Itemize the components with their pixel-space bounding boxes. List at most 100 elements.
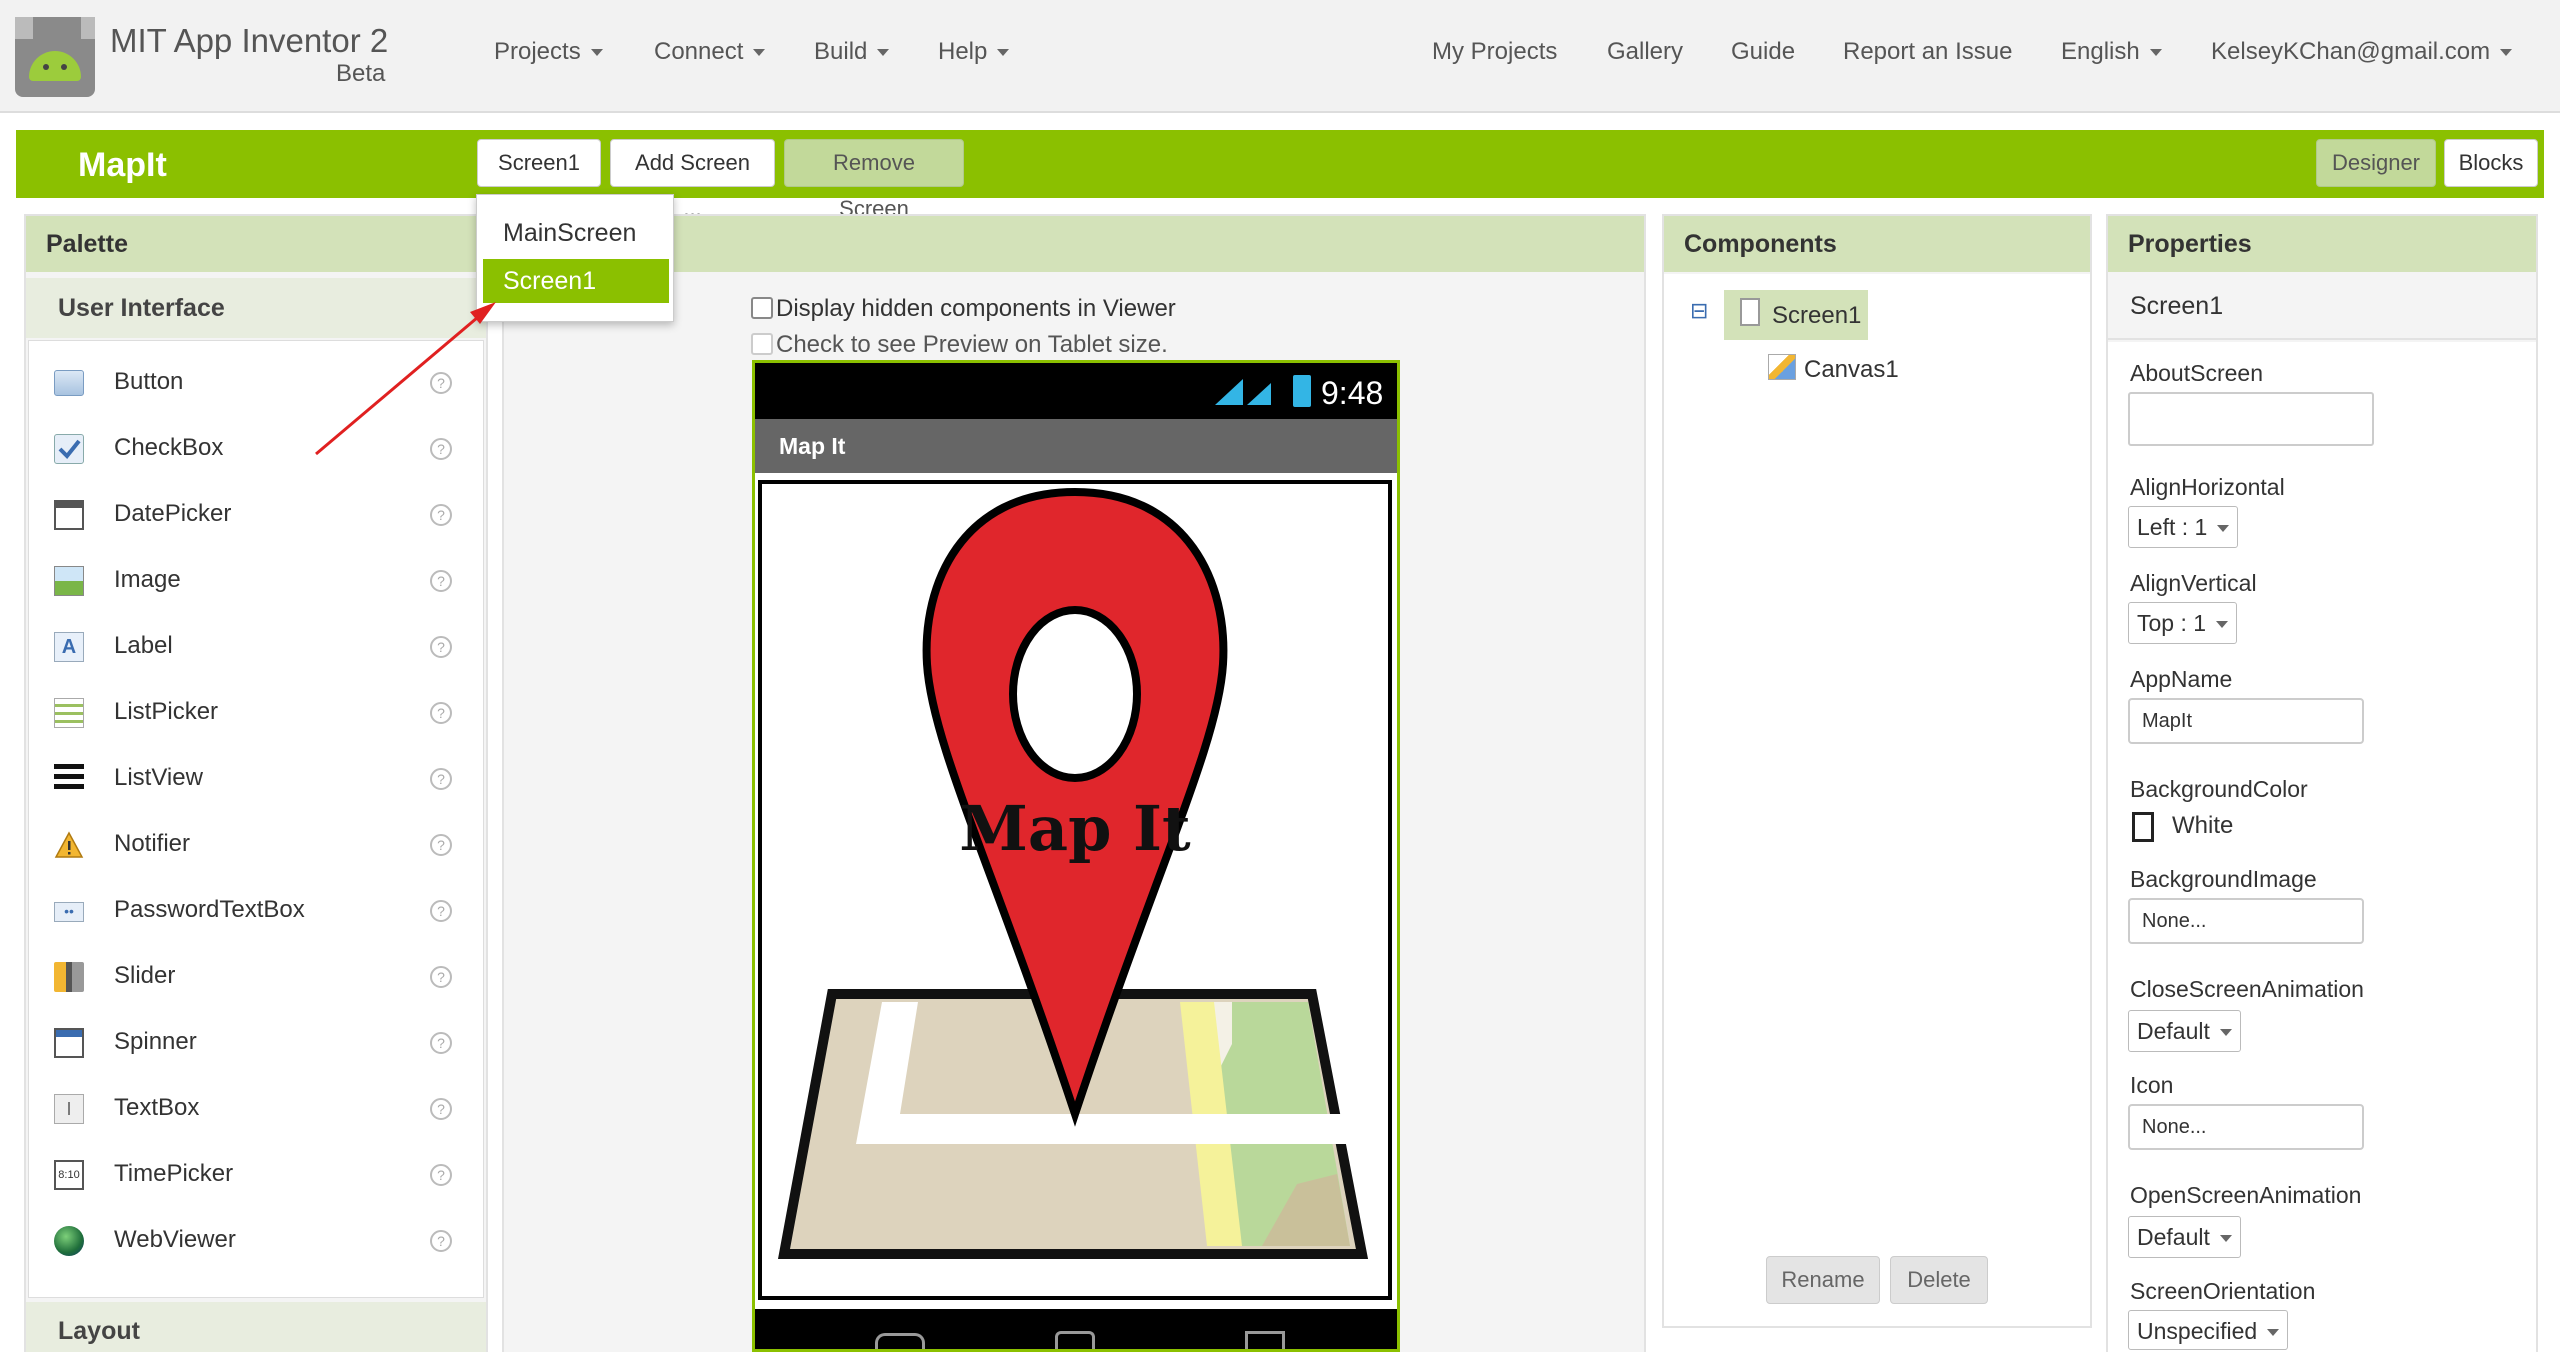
- icon-input[interactable]: None...: [2128, 1104, 2364, 1150]
- delete-button[interactable]: Delete: [1890, 1256, 1988, 1304]
- palette-item-listpicker[interactable]: ListPicker ?: [30, 692, 460, 732]
- menu-help[interactable]: Help: [938, 38, 1009, 66]
- user-menu[interactable]: KelseyKChan@gmail.com: [2211, 38, 2512, 66]
- palette-item-passwordtextbox[interactable]: •• PasswordTextBox ?: [30, 890, 460, 930]
- app-title-bar: Map It: [755, 419, 1397, 473]
- palette-item-datepicker[interactable]: DatePicker ?: [30, 494, 460, 534]
- alignvertical-select[interactable]: Top : 1: [2128, 602, 2238, 644]
- backgroundimage-input[interactable]: None...: [2128, 898, 2364, 944]
- screen-icon: [1740, 298, 1760, 326]
- home-icon: [1055, 1331, 1095, 1349]
- aboutscreen-textarea[interactable]: [2128, 392, 2374, 446]
- palette-item-checkbox[interactable]: CheckBox ?: [30, 428, 460, 468]
- designer-button[interactable]: Designer: [2316, 139, 2436, 187]
- palette-item-spinner[interactable]: Spinner ?: [30, 1022, 460, 1062]
- help-icon[interactable]: ?: [430, 702, 452, 724]
- canvas-icon: [1768, 354, 1796, 380]
- prop-icon-label: Icon: [2130, 1072, 2174, 1098]
- language-menu[interactable]: English: [2061, 38, 2162, 66]
- map-pin-image: [777, 487, 1369, 1259]
- prop-backgroundimage-label: BackgroundImage: [2130, 866, 2317, 892]
- blocks-button[interactable]: Blocks: [2444, 139, 2538, 187]
- image-icon: [54, 566, 84, 596]
- prop-alignvertical-label: AlignVertical: [2130, 570, 2257, 596]
- spinner-icon: [54, 1028, 84, 1058]
- help-icon[interactable]: ?: [430, 966, 452, 988]
- link-gallery[interactable]: Gallery: [1607, 38, 1683, 66]
- dropdown-item-screen1[interactable]: Screen1: [483, 259, 669, 303]
- dropdown-item-mainscreen[interactable]: MainScreen: [483, 211, 669, 255]
- textbox-icon: I: [54, 1094, 84, 1124]
- canvas1[interactable]: Map It: [758, 480, 1392, 1300]
- appname-input[interactable]: MapIt: [2128, 698, 2364, 744]
- screenorientation-select[interactable]: Unspecified: [2128, 1310, 2289, 1350]
- hidden-components-checkbox[interactable]: [751, 297, 773, 319]
- clock-icon: 8:10: [54, 1160, 84, 1190]
- openscreenanimation-select[interactable]: Default: [2128, 1216, 2241, 1258]
- help-icon[interactable]: ?: [430, 438, 452, 460]
- listpicker-icon: [54, 698, 84, 728]
- screen-select-button[interactable]: Screen1: [477, 139, 601, 187]
- link-my-projects[interactable]: My Projects: [1432, 38, 1557, 66]
- tree-item-screen1[interactable]: Screen1: [1724, 290, 1868, 340]
- tablet-preview-checkbox[interactable]: [751, 333, 773, 355]
- menu-build[interactable]: Build: [814, 38, 889, 66]
- palette-title: Palette: [26, 216, 486, 272]
- palette-item-label[interactable]: A Label ?: [30, 626, 460, 666]
- add-screen-button[interactable]: Add Screen ...: [610, 139, 775, 221]
- help-icon[interactable]: ?: [430, 900, 452, 922]
- app-inventor-logo[interactable]: [15, 17, 95, 97]
- label-icon: A: [54, 632, 84, 662]
- help-icon[interactable]: ?: [430, 372, 452, 394]
- palette-item-image[interactable]: Image ?: [30, 560, 460, 600]
- remove-screen-button[interactable]: Remove Screen: [784, 139, 964, 221]
- hidden-components-label: Display hidden components in Viewer: [776, 295, 1176, 322]
- backgroundcolor-value[interactable]: White: [2172, 812, 2233, 840]
- prop-backgroundcolor-label: BackgroundColor: [2130, 776, 2308, 802]
- slider-icon: [54, 962, 84, 992]
- closescreenanimation-select[interactable]: Default: [2128, 1010, 2241, 1052]
- beta-label: Beta: [336, 60, 386, 87]
- help-icon[interactable]: ?: [430, 768, 452, 790]
- help-icon[interactable]: ?: [430, 504, 452, 526]
- help-icon[interactable]: ?: [430, 834, 452, 856]
- components-title: Components: [1664, 216, 2090, 272]
- listview-icon: [54, 764, 84, 794]
- signal-icon: [1213, 375, 1279, 407]
- palette-item-notifier[interactable]: Notifier ?: [30, 824, 460, 864]
- prop-alignhorizontal-label: AlignHorizontal: [2130, 474, 2285, 500]
- palette-item-slider[interactable]: Slider ?: [30, 956, 460, 996]
- project-toolbar: [16, 130, 2544, 198]
- menu-connect[interactable]: Connect: [654, 38, 765, 66]
- palette-item-button[interactable]: Button ?: [30, 362, 460, 402]
- palette-item-listview[interactable]: ListView ?: [30, 758, 460, 798]
- top-bar: MIT App Inventor 2 Beta Projects Connect…: [0, 0, 2560, 113]
- color-swatch-white[interactable]: [2132, 812, 2154, 842]
- help-icon[interactable]: ?: [430, 1032, 452, 1054]
- palette-item-webviewer[interactable]: WebViewer ?: [30, 1220, 460, 1260]
- prop-aboutscreen-label: AboutScreen: [2130, 360, 2263, 386]
- screen-dropdown-menu: MainScreen Screen1: [476, 194, 674, 322]
- alignhorizontal-select[interactable]: Left : 1: [2128, 506, 2239, 548]
- palette-item-timepicker[interactable]: 8:10 TimePicker ?: [30, 1154, 460, 1194]
- link-guide[interactable]: Guide: [1731, 38, 1795, 66]
- help-icon[interactable]: ?: [430, 570, 452, 592]
- link-report-issue[interactable]: Report an Issue: [1843, 38, 2012, 66]
- menu-projects[interactable]: Projects: [494, 38, 603, 66]
- collapse-icon[interactable]: ⊟: [1690, 300, 1710, 322]
- palette-category-layout[interactable]: Layout: [26, 1302, 486, 1352]
- warning-icon: [54, 830, 84, 860]
- help-icon[interactable]: ?: [430, 1230, 452, 1252]
- help-icon[interactable]: ?: [430, 636, 452, 658]
- properties-title: Properties: [2108, 216, 2536, 272]
- help-icon[interactable]: ?: [430, 1164, 452, 1186]
- button-icon: [54, 370, 84, 396]
- tree-item-canvas1[interactable]: Canvas1: [1768, 352, 1918, 392]
- rename-button[interactable]: Rename: [1766, 1256, 1880, 1304]
- project-name: MapIt: [78, 146, 167, 184]
- phone-nav-bar: [755, 1309, 1397, 1349]
- palette-category-user-interface[interactable]: User Interface: [26, 278, 486, 338]
- help-icon[interactable]: ?: [430, 1098, 452, 1120]
- palette-item-textbox[interactable]: I TextBox ?: [30, 1088, 460, 1128]
- pin-label: Map It: [959, 792, 1191, 865]
